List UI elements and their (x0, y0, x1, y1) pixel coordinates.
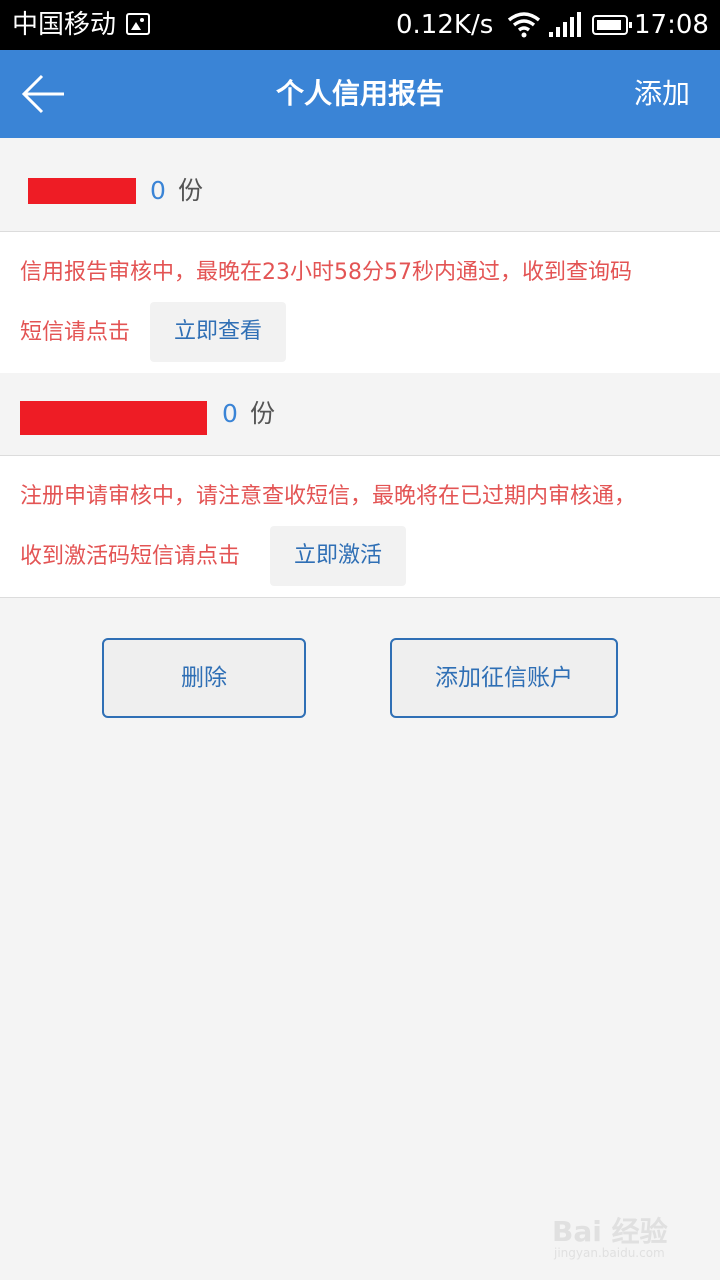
message-line: 短信请点击 (20, 320, 131, 345)
view-now-button[interactable]: 立即查看 (150, 302, 286, 362)
account-message-2: 注册申请审核中，请注意查收短信，最晚将在已过期内审核通， 收到激活码短信请点击 … (0, 455, 720, 598)
network-speed: 0.12K/s (396, 10, 494, 40)
report-unit: 份 (250, 399, 276, 428)
clock: 17:08 (634, 10, 709, 40)
watermark-text: Bai 经验 (552, 1215, 668, 1248)
nav-bar: 个人信用报告 添加 (0, 50, 720, 138)
report-count: 0 (222, 399, 238, 428)
add-credit-account-button[interactable]: 添加征信账户 (390, 638, 618, 718)
baidu-watermark: Bai 经验 jingyan.baidu.com (552, 1198, 712, 1268)
message-line: 注册申请审核中，请注意查收短信，最晚将在已过期内审核通， (20, 484, 637, 509)
carrier-name: 中国移动 (12, 10, 117, 40)
message-line: 收到激活码短信请点击 (20, 544, 241, 569)
account-message-1: 信用报告审核中，最晚在23小时58分57秒内通过，收到查询码 短信请点击 立即查… (0, 231, 720, 374)
activate-now-button[interactable]: 立即激活 (270, 526, 406, 586)
image-icon (126, 13, 150, 35)
watermark-url: jingyan.baidu.com (554, 1246, 665, 1260)
account-header-1: 0 份 (0, 138, 720, 231)
page-title: 个人信用报告 (275, 77, 444, 110)
add-button[interactable]: 添加 (634, 74, 690, 114)
report-unit: 份 (178, 176, 204, 205)
status-bar: 中国移动 0.12K/s 17:08 (0, 0, 720, 50)
account-header-2: 0 份 (0, 373, 720, 455)
signal-icon (549, 12, 581, 37)
message-line: 信用报告审核中，最晚在23小时58分57秒内通过，收到查询码 (20, 260, 632, 285)
battery-icon (592, 15, 632, 35)
delete-button[interactable]: 删除 (102, 638, 306, 718)
report-count: 0 (150, 176, 166, 205)
redacted-account-name (28, 178, 136, 204)
wifi-icon (507, 12, 541, 38)
redacted-account-name (20, 401, 207, 435)
